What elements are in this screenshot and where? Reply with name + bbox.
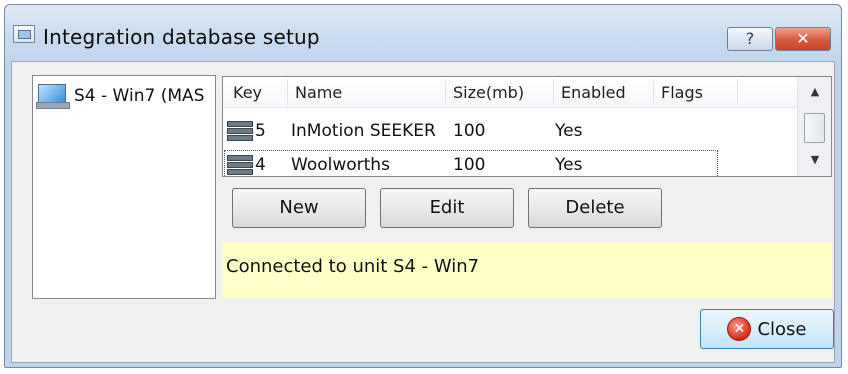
- cell-enabled: Yes: [555, 121, 583, 141]
- column-header-flags[interactable]: Flags: [661, 83, 703, 102]
- status-text: Connected to unit S4 - Win7: [226, 256, 480, 277]
- column-header-key[interactable]: Key: [233, 83, 262, 102]
- scrollbar-thumb[interactable]: [804, 113, 825, 143]
- table-row[interactable]: 5 InMotion SEEKER 100 Yes: [223, 115, 797, 147]
- cell-size: 100: [453, 121, 486, 141]
- unit-list[interactable]: S4 - Win7 (MAS: [32, 75, 216, 299]
- close-button[interactable]: ✕ Close: [700, 309, 834, 349]
- table-row[interactable]: 4 Woolworths 100 Yes: [223, 149, 719, 176]
- close-button-label: Close: [757, 318, 807, 340]
- cell-key: 5: [255, 121, 266, 141]
- window-close-button[interactable]: ✕: [775, 27, 831, 51]
- column-divider: [287, 79, 288, 105]
- scroll-up-icon[interactable]: ▲: [798, 81, 831, 103]
- edit-button[interactable]: Edit: [380, 188, 514, 228]
- unit-item-label: S4 - Win7 (MAS: [74, 86, 205, 106]
- delete-button[interactable]: Delete: [528, 188, 662, 228]
- cell-enabled: Yes: [555, 155, 583, 175]
- column-header-name[interactable]: Name: [295, 83, 342, 102]
- column-divider: [553, 79, 554, 105]
- unit-item[interactable]: S4 - Win7 (MAS: [36, 84, 205, 109]
- cell-key: 4: [255, 155, 266, 175]
- app-icon: [13, 25, 35, 43]
- column-divider: [737, 79, 738, 105]
- new-button[interactable]: New: [232, 188, 366, 228]
- dialog-client-area: S4 - Win7 (MAS Key Name Size(mb) Enabled…: [11, 61, 835, 363]
- column-divider: [445, 79, 446, 105]
- dialog-window: Integration database setup ? ✕ S4 - Win7…: [4, 4, 842, 368]
- scroll-down-icon[interactable]: ▼: [798, 149, 831, 171]
- help-button[interactable]: ?: [727, 27, 773, 51]
- database-icon: [227, 120, 255, 142]
- computer-icon: [36, 84, 70, 109]
- vertical-scrollbar[interactable]: ▲ ▼: [797, 77, 831, 176]
- column-header-enabled[interactable]: Enabled: [561, 83, 626, 102]
- title-bar[interactable]: Integration database setup ? ✕: [5, 5, 841, 61]
- cell-name: InMotion SEEKER: [291, 121, 436, 141]
- status-panel: Connected to unit S4 - Win7: [222, 242, 832, 298]
- database-icon: [227, 154, 255, 176]
- database-list[interactable]: Key Name Size(mb) Enabled Flags 5 InMoti…: [222, 76, 832, 177]
- list-header: Key Name Size(mb) Enabled Flags: [223, 77, 797, 108]
- cell-size: 100: [453, 155, 486, 175]
- window-title: Integration database setup: [43, 25, 320, 49]
- cell-name: Woolworths: [291, 155, 390, 175]
- column-divider: [653, 79, 654, 105]
- close-circle-icon: ✕: [727, 317, 752, 341]
- column-header-size[interactable]: Size(mb): [453, 83, 524, 102]
